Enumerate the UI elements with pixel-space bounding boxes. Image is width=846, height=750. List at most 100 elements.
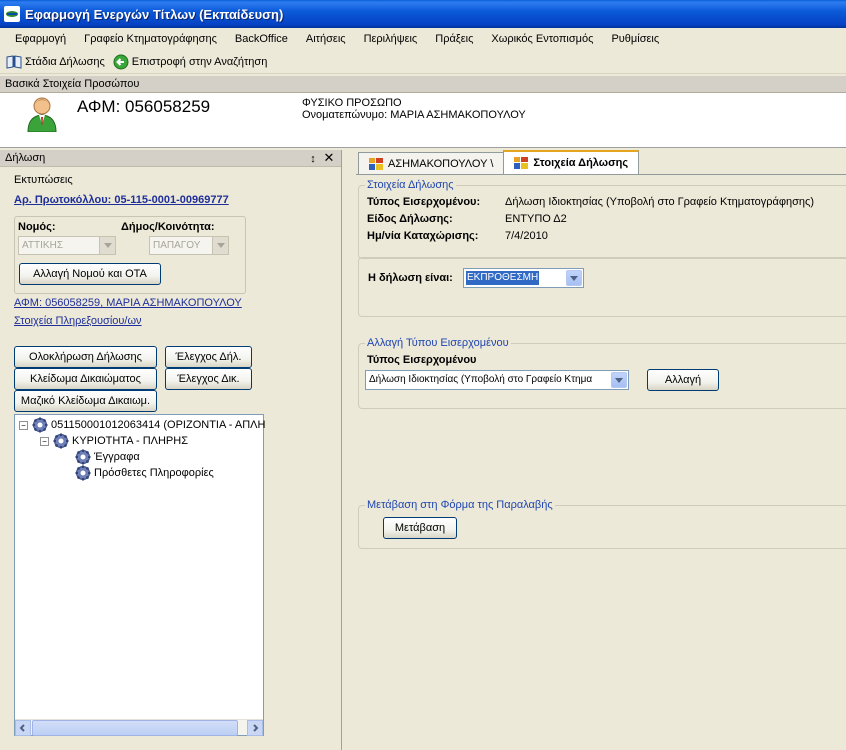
form-icon xyxy=(369,157,383,170)
change-type-button[interactable]: Αλλαγή xyxy=(647,369,719,391)
tree-item-property-label: 051150001012063414 (ΟΡΙΖΟΝΤΙΑ - ΑΠΛΗ xyxy=(51,419,266,431)
gear-icon xyxy=(32,417,48,433)
pin-icon[interactable]: ↕ xyxy=(307,151,319,165)
tab-person-label: ΑΣΗΜΑΚΟΠΟΥΛΟΥ \ xyxy=(388,157,494,170)
gear-icon xyxy=(75,465,91,481)
change-type-group: Αλλαγή Τύπου Εισερχομένου Τύπος Εισερχομ… xyxy=(358,337,846,409)
check-declaration-button[interactable]: Έλεγχος Δήλ. xyxy=(165,346,252,368)
menu-spatial-location[interactable]: Χωρικός Εντοπισμός xyxy=(482,29,602,49)
menu-backoffice[interactable]: BackOffice xyxy=(226,29,297,49)
declaration-details-title: Στοιχεία Δήλωσης xyxy=(365,179,456,191)
tree-item-property[interactable]: − 051150001012063414 (ΟΡΙΖΟΝΤΙΑ - ΑΠΛΗ xyxy=(19,417,265,433)
stages-label: Στάδια Δήλωσης xyxy=(25,55,105,68)
transfer-group: Μετάβαση στη Φόρμα της Παραλαβής Μετάβασ… xyxy=(358,499,846,549)
back-to-search-button[interactable]: Επιστροφή στην Αναζήτηση xyxy=(109,52,272,72)
app-icon xyxy=(4,6,20,22)
menu-applications[interactable]: Αιτήσεις xyxy=(297,29,355,49)
back-to-search-label: Επιστροφή στην Αναζήτηση xyxy=(131,55,268,68)
chevron-down-icon xyxy=(212,237,228,254)
incoming-type-select-value: Δήλωση Ιδιοκτησίας (Υποβολή στο Γραφείο … xyxy=(369,374,593,385)
title-bar: Εφαρμογή Ενεργών Τίτλων (Εκπαίδευση) xyxy=(0,0,846,28)
horizontal-scrollbar[interactable] xyxy=(15,719,263,736)
tab-strip: ΑΣΗΜΑΚΟΠΟΥΛΟΥ \ Στοιχεία Δήλωσης xyxy=(358,150,640,174)
scroll-right-icon[interactable] xyxy=(247,720,263,736)
transfer-title: Μετάβαση στη Φόρμα της Παραλαβής xyxy=(365,499,555,511)
menu-deeds[interactable]: Πράξεις xyxy=(426,29,482,49)
registration-date-value: 7/4/2010 xyxy=(505,230,548,242)
region-group: Νομός: Δήμος/Κοινότητα: ΑΤΤΙΚΗΣ ΠΑΠΑΓΟΥ … xyxy=(14,216,246,294)
tree-item-additional-info-label: Πρόσθετες Πληροφορίες xyxy=(94,467,214,479)
window-title: Εφαρμογή Ενεργών Τίτλων (Εκπαίδευση) xyxy=(25,6,284,22)
tab-declaration-details[interactable]: Στοιχεία Δήλωσης xyxy=(503,150,640,174)
registration-date-label: Ημ/νία Καταχώρισης: xyxy=(367,230,479,242)
tree-item-ownership[interactable]: − ΚΥΡΙΟΤΗΤΑ - ΠΛΗΡΗΣ xyxy=(40,433,188,449)
person-section-header: Βασικά Στοιχεία Προσώπου xyxy=(0,76,846,93)
menu-bar: Εφαρμογή Γραφείο Κτηματογράφησης BackOff… xyxy=(0,28,846,50)
timeliness-label: Η δήλωση είναι: xyxy=(368,272,453,284)
tree-item-documents-label: Έγγραφα xyxy=(94,451,140,463)
transfer-button[interactable]: Μετάβαση xyxy=(383,517,457,539)
collapse-icon[interactable]: − xyxy=(19,420,28,430)
complete-declaration-button[interactable]: Ολοκλήρωση Δήλωσης xyxy=(14,346,157,368)
menu-settings[interactable]: Ρυθμίσεις xyxy=(602,29,668,49)
municipality-select[interactable]: ΠΑΠΑΓΟΥ xyxy=(149,236,229,255)
tab-content: Στοιχεία Δήλωσης Τύπος Εισερχομένου: Δήλ… xyxy=(356,174,846,750)
chevron-down-icon[interactable] xyxy=(611,372,627,388)
tab-declaration-details-label: Στοιχεία Δήλωσης xyxy=(533,157,629,169)
scroll-left-icon[interactable] xyxy=(15,720,31,736)
declaration-details-group: Στοιχεία Δήλωσης Τύπος Εισερχομένου: Δήλ… xyxy=(358,179,846,259)
afm-heading: ΑΦΜ: 056058259 xyxy=(77,97,211,116)
municipality-value: ΠΑΠΑΓΟΥ xyxy=(153,240,201,251)
main-area: ΑΣΗΜΑΚΟΠΟΥΛΟΥ \ Στοιχεία Δήλωσης Στοιχεί… xyxy=(346,150,846,750)
tree-item-documents[interactable]: Έγγραφα xyxy=(75,449,140,465)
scrollbar-thumb[interactable] xyxy=(32,720,238,736)
change-region-button[interactable]: Αλλαγή Νομού και ΟΤΑ xyxy=(19,263,161,285)
person-avatar-icon xyxy=(27,97,57,132)
declaration-panel: Δήλωση ↕ ✕ Εκτυπώσεις Αρ. Πρωτοκόλλου: 0… xyxy=(0,150,342,750)
timeliness-select[interactable]: ΕΚΠΡΟΘΕΣΜΗ xyxy=(463,268,584,288)
declaration-kind-value: ΕΝΤΥΠΟ Δ2 xyxy=(505,213,567,225)
menu-application[interactable]: Εφαρμογή xyxy=(6,29,75,49)
gear-icon xyxy=(75,449,91,465)
menu-cadastral-office[interactable]: Γραφείο Κτηματογράφησης xyxy=(75,29,226,49)
change-type-title: Αλλαγή Τύπου Εισερχομένου xyxy=(365,337,511,349)
menu-summaries[interactable]: Περιλήψεις xyxy=(355,29,427,49)
incoming-type-select[interactable]: Δήλωση Ιδιοκτησίας (Υποβολή στο Γραφείο … xyxy=(365,370,629,390)
lock-right-button[interactable]: Κλείδωμα Δικαιώματος xyxy=(14,368,157,390)
declaration-panel-header: Δήλωση ↕ ✕ xyxy=(0,150,341,167)
timeliness-value: ΕΚΠΡΟΘΕΣΜΗ xyxy=(466,271,540,285)
property-tree[interactable]: − 051150001012063414 (ΟΡΙΖΟΝΤΙΑ - ΑΠΛΗ −… xyxy=(14,414,265,736)
municipality-label: Δήμος/Κοινότητα: xyxy=(121,221,215,233)
check-right-button[interactable]: Έλεγχος Δικ. xyxy=(165,368,252,390)
declaration-panel-title: Δήλωση xyxy=(5,152,46,164)
prefecture-label: Νομός: xyxy=(18,221,56,233)
prefecture-value: ΑΤΤΙΚΗΣ xyxy=(22,240,63,251)
incoming-type-value: Δήλωση Ιδιοκτησίας (Υποβολή στο Γραφείο … xyxy=(505,196,814,208)
chevron-down-icon xyxy=(99,237,115,254)
form-icon xyxy=(514,157,529,169)
timeliness-group: Η δήλωση είναι: ΕΚΠΡΟΘΕΣΜΗ xyxy=(358,257,846,317)
agents-link[interactable]: Στοιχεία Πληρεξουσίου/ων xyxy=(14,315,142,327)
declaration-kind-label: Είδος Δήλωσης: xyxy=(367,213,453,225)
tab-person[interactable]: ΑΣΗΜΑΚΟΠΟΥΛΟΥ \ xyxy=(358,152,505,174)
person-fullname: Ονοματεπώνυμο: ΜΑΡΙΑ ΑΣΗΜΑΚΟΠΟΥΛΟΥ xyxy=(302,109,526,121)
tree-item-additional-info[interactable]: Πρόσθετες Πληροφορίες xyxy=(75,465,214,481)
prints-menu[interactable]: Εκτυπώσεις xyxy=(14,174,73,186)
close-icon[interactable]: ✕ xyxy=(323,150,335,165)
protocol-number-link[interactable]: Αρ. Πρωτοκόλλου: 05-115-0001-00969777 xyxy=(14,194,229,206)
gear-icon xyxy=(53,433,69,449)
collapse-icon[interactable]: − xyxy=(40,436,49,446)
person-panel: ΑΦΜ: 056058259 ΦΥΣΙΚΟ ΠΡΟΣΩΠΟ Ονοματεπών… xyxy=(0,93,846,148)
stages-button[interactable]: Στάδια Δήλωσης xyxy=(2,52,109,72)
mass-lock-button[interactable]: Μαζικό Κλείδωμα Δικαιωμ. xyxy=(14,390,157,412)
incoming-type-label: Τύπος Εισερχομένου: xyxy=(367,196,481,208)
back-arrow-icon xyxy=(113,54,129,69)
tree-item-ownership-label: ΚΥΡΙΟΤΗΤΑ - ΠΛΗΡΗΣ xyxy=(72,435,189,447)
toolbar: Στάδια Δήλωσης Επιστροφή στην Αναζήτηση xyxy=(0,50,846,74)
book-icon xyxy=(6,54,22,69)
prefecture-select[interactable]: ΑΤΤΙΚΗΣ xyxy=(18,236,116,255)
incoming-type-select-label: Τύπος Εισερχομένου xyxy=(367,354,477,366)
owner-link[interactable]: ΑΦΜ: 056058259, ΜΑΡΙΑ ΑΣΗΜΑΚΟΠΟΥΛΟΥ xyxy=(14,297,242,309)
person-type: ΦΥΣΙΚΟ ΠΡΟΣΩΠΟ xyxy=(302,97,402,109)
chevron-down-icon[interactable] xyxy=(566,270,582,286)
